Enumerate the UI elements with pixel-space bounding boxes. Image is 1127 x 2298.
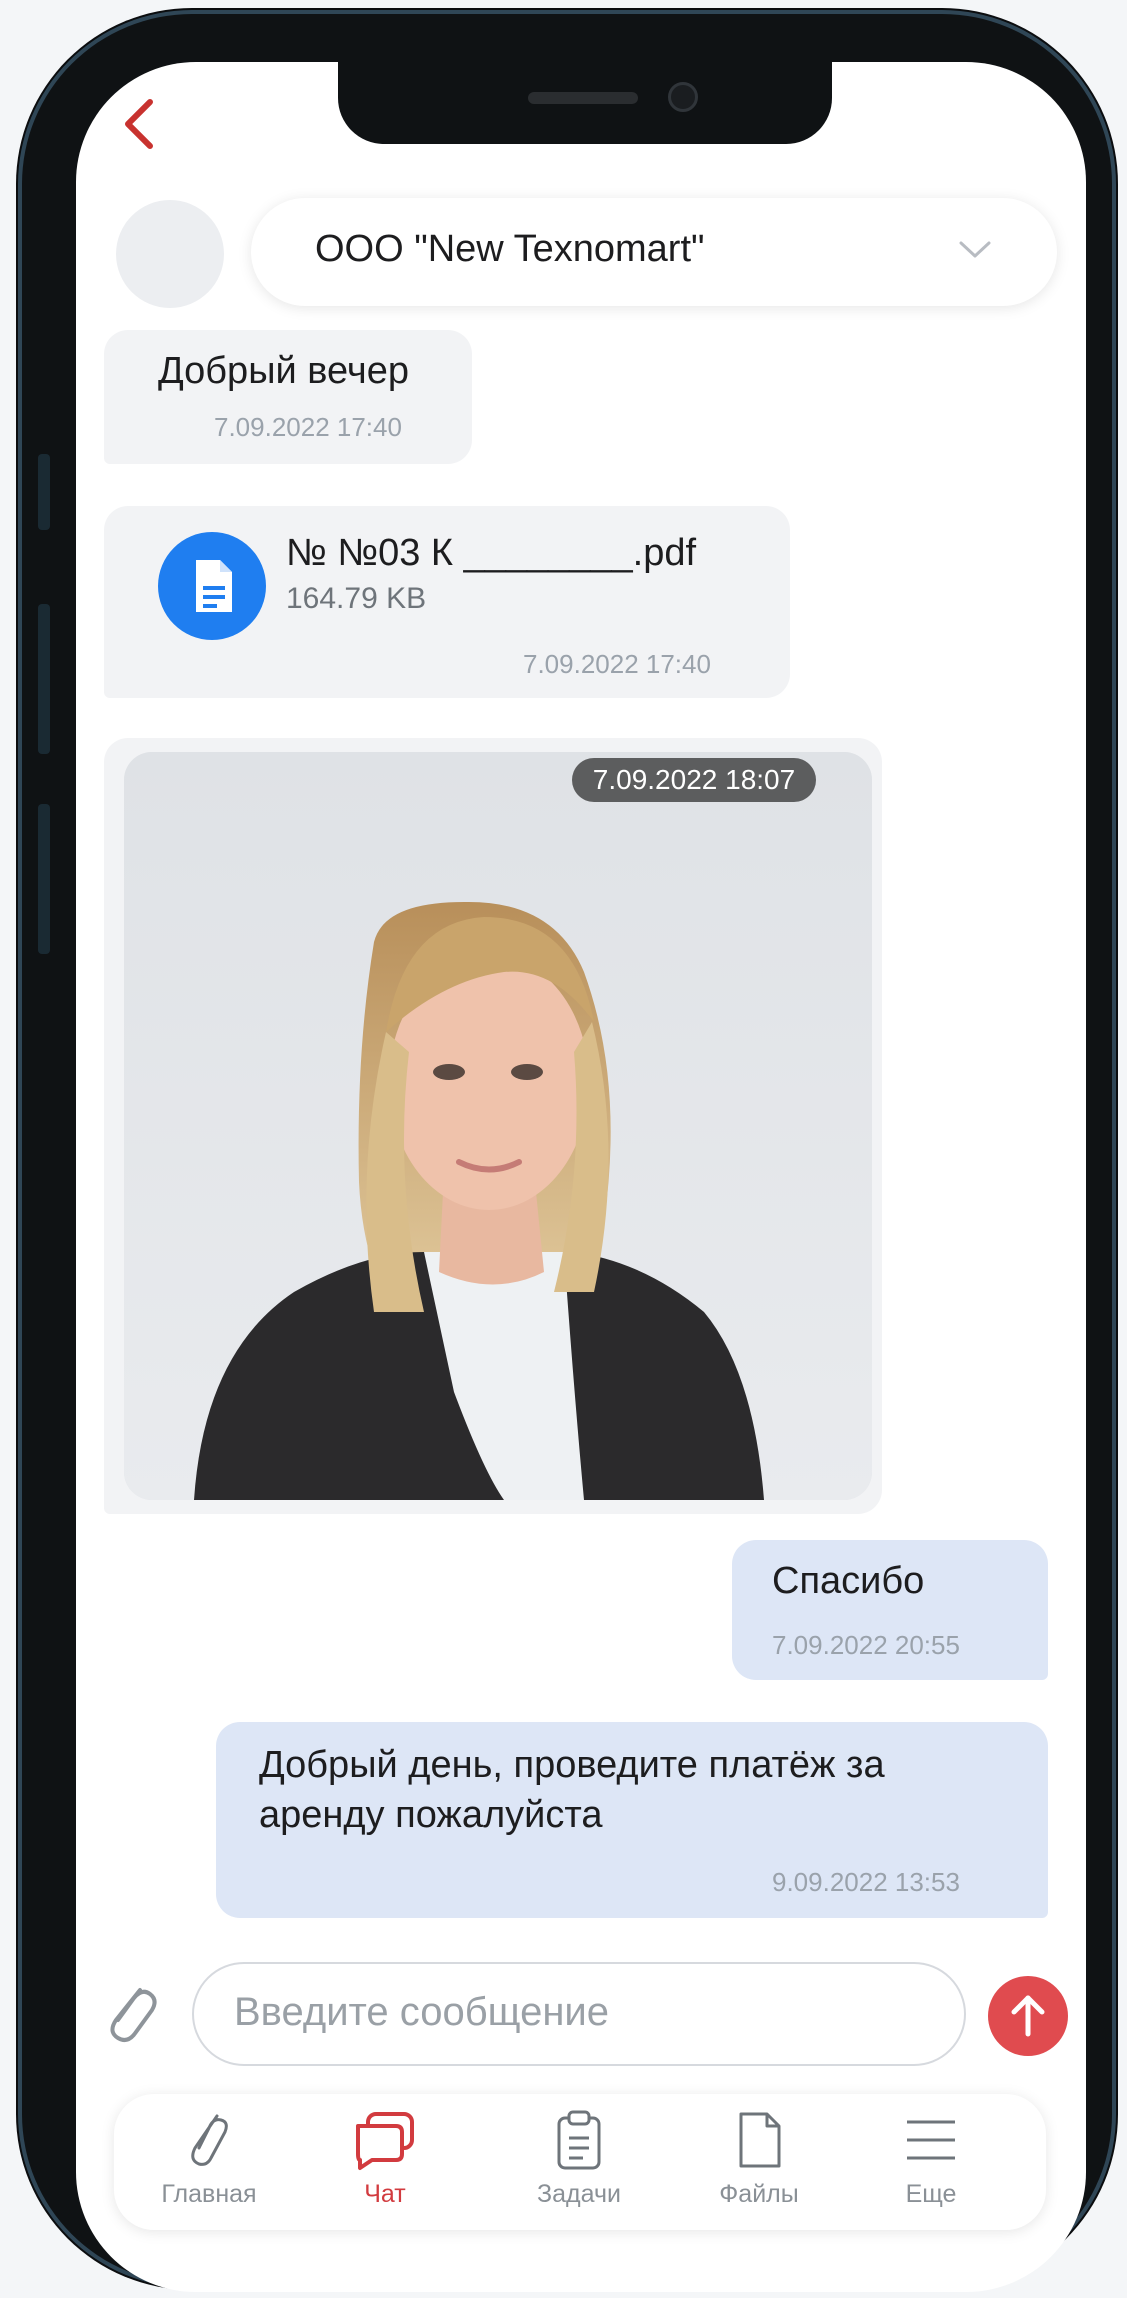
image-time-badge: 7.09.2022 18:07 xyxy=(572,758,816,802)
attach-paperclip-icon[interactable] xyxy=(100,1976,160,2046)
front-camera xyxy=(668,82,698,112)
chevron-down-icon xyxy=(959,241,991,258)
file-size: 164.79 KB xyxy=(286,582,427,615)
notch xyxy=(338,62,832,144)
message-text: Спасибо xyxy=(772,1560,925,1602)
tab-label: Файлы xyxy=(719,2180,799,2208)
message-input-placeholder: Введите сообщение xyxy=(234,1990,609,2034)
file-icon xyxy=(739,2112,781,2168)
bottom-tab-bar: Главная Чат Задачи Файлы Еще xyxy=(114,2094,1046,2230)
tab-more[interactable]: Еще xyxy=(856,2108,1006,2218)
tab-tasks[interactable]: Задачи xyxy=(504,2108,654,2218)
chat-avatar xyxy=(116,200,224,308)
tab-chat[interactable]: Чат xyxy=(310,2108,460,2218)
tab-label: Еще xyxy=(905,2180,957,2208)
arrow-up-icon xyxy=(1011,1995,1045,2037)
message-text: Добрый вечер xyxy=(158,350,409,392)
tab-label: Главная xyxy=(161,2180,257,2208)
app-screen: ООО "New Texnomart" Добрый вечер 7.09.20… xyxy=(76,62,1086,2292)
paperclip-icon xyxy=(191,2114,228,2166)
chat-selector[interactable]: ООО "New Texnomart" xyxy=(251,198,1057,306)
chat-title: ООО "New Texnomart" xyxy=(315,228,705,270)
message-input[interactable]: Введите сообщение xyxy=(192,1962,966,2066)
menu-icon xyxy=(907,2120,955,2160)
document-icon[interactable] xyxy=(158,532,266,640)
message-time: 7.09.2022 17:40 xyxy=(523,649,711,679)
file-name: № №03 К ________.pdf xyxy=(286,532,697,574)
tab-label: Чат xyxy=(364,2180,406,2208)
message-time: 7.09.2022 17:40 xyxy=(214,412,402,442)
volume-up-button xyxy=(38,604,50,754)
mute-switch xyxy=(38,454,50,530)
message-text-line-2: аренду пожалуйста xyxy=(259,1794,603,1836)
volume-down-button xyxy=(38,804,50,954)
photo-attachment[interactable] xyxy=(124,752,872,1500)
tab-home[interactable]: Главная xyxy=(134,2108,284,2218)
message-time: 9.09.2022 13:53 xyxy=(772,1867,960,1897)
chat-icon xyxy=(356,2112,414,2170)
clipboard-icon xyxy=(557,2110,601,2170)
tab-label: Задачи xyxy=(537,2180,621,2208)
send-button[interactable] xyxy=(988,1976,1068,2056)
tab-files[interactable]: Файлы xyxy=(684,2108,834,2218)
message-text-line-1: Добрый день, проведите платёж за xyxy=(259,1744,885,1786)
back-arrow-icon[interactable] xyxy=(120,96,160,152)
speaker xyxy=(528,92,638,104)
message-time: 7.09.2022 20:55 xyxy=(772,1630,960,1660)
